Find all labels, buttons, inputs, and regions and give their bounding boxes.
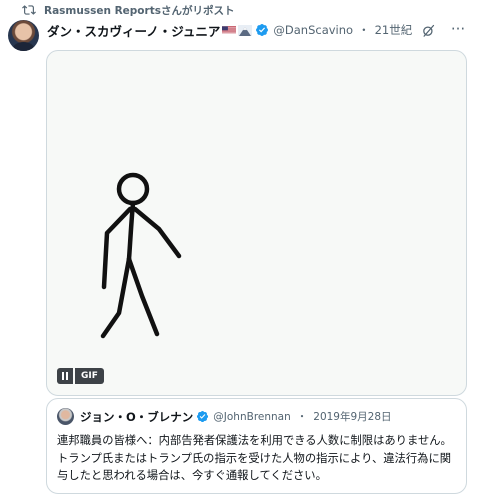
separator: ・ <box>358 23 370 37</box>
quoted-date[interactable]: 2019年9月28日 <box>313 409 391 424</box>
quoted-display-name[interactable]: ジョン・O・ブレナン <box>80 409 193 425</box>
mount-fuji-icon <box>238 24 253 36</box>
quoted-header: ジョン・O・ブレナン @JohnBrennan ・ 2019年9月28日 <box>80 408 392 425</box>
handle[interactable]: @DanScavino <box>273 23 353 37</box>
repost-icon <box>22 5 36 15</box>
more-icon[interactable]: ··· <box>450 22 466 38</box>
quoted-post[interactable]: ジョン・O・ブレナン @JohnBrennan ・ 2019年9月28日 連邦職… <box>46 398 467 494</box>
verified-badge-icon <box>197 410 209 423</box>
us-flag-icon <box>222 26 237 34</box>
separator: ・ <box>296 411 308 423</box>
gif-media[interactable]: GIF <box>46 50 467 396</box>
quoted-text: 連邦職員の皆様へ：内部告発者保護法を利用できる人数に制限はありません。トランプ氏… <box>57 434 452 482</box>
grok-icon[interactable] <box>421 23 436 38</box>
name-emojis <box>222 24 253 36</box>
pause-icon[interactable] <box>57 368 73 384</box>
gif-controls: GIF <box>57 368 104 384</box>
repost-context[interactable]: Rasmussen Reportsさんがリポスト <box>22 3 234 17</box>
verified-badge-icon <box>256 24 269 36</box>
quoted-handle[interactable]: @JohnBrennan <box>213 411 290 423</box>
display-name[interactable]: ダン・スカヴィーノ・ジュニア <box>47 21 220 40</box>
gif-badge: GIF <box>75 368 104 384</box>
quoted-avatar[interactable] <box>57 408 74 425</box>
stick-figure-animation <box>100 172 182 339</box>
post-header: ダン・スカヴィーノ・ジュニア @DanScavino ・ 21世紀 ··· <box>47 20 470 40</box>
repost-label[interactable]: Rasmussen Reportsさんがリポスト <box>44 3 234 18</box>
avatar[interactable] <box>8 20 39 51</box>
timestamp[interactable]: 21世紀 <box>375 22 413 38</box>
